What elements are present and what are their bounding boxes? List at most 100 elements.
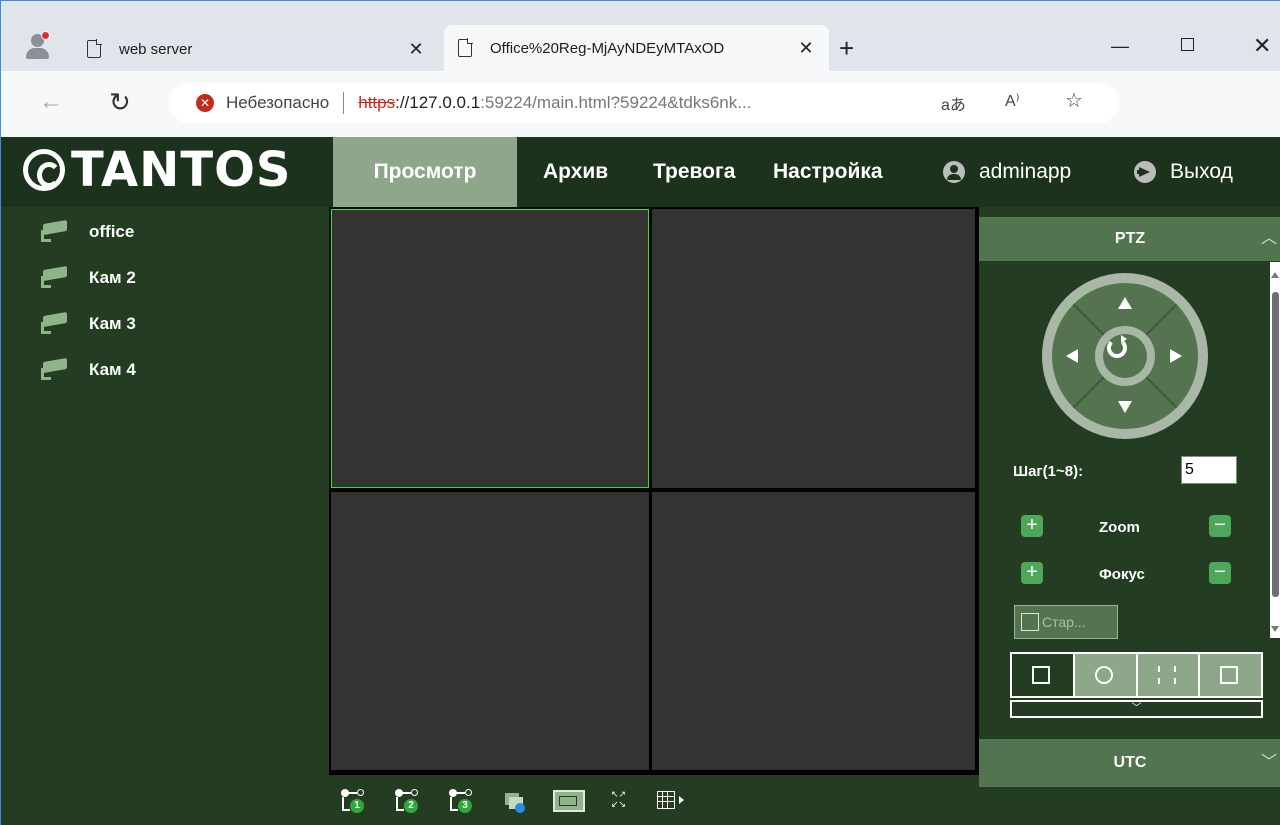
record-icon[interactable] [553,789,587,813]
video-tile[interactable] [331,492,649,770]
ptz-up-icon[interactable] [1118,297,1132,309]
stream-number: 1 [350,799,364,813]
focus-label: Фокус [1099,566,1145,583]
exit-label: Выход [1170,160,1233,183]
profile-icon[interactable] [23,31,53,61]
page-icon [87,39,102,58]
step-label: Шаг(1~8): [1013,463,1084,480]
video-grid [329,207,979,775]
favorite-icon[interactable]: ☆ [1065,88,1083,113]
logo-text: TANTOS [71,142,292,198]
ptz-right-icon[interactable] [1170,349,1182,363]
url-scheme: https [358,93,396,112]
web-app: TANTOS Просмотр Архив Тревога Настройка … [1,137,1280,825]
stream-3-button[interactable]: 3 [447,789,477,813]
utc-header[interactable]: UTC ﹀ [979,739,1280,787]
stream-number: 2 [404,799,418,813]
zoom-in-button[interactable]: + [1021,515,1043,537]
ptz-down-icon[interactable] [1118,401,1132,413]
ptz-panel: PTZ ︿ Шаг(1~8): + Zoom [979,207,1280,825]
ptz-direction-wheel [1042,273,1208,439]
ptz-title: PTZ [1114,230,1146,247]
close-icon[interactable]: ✕ [793,38,819,59]
camera-item[interactable]: Кам 3 [39,309,136,339]
tab-title: Office%20Reg-MjAyNDEyMTAxOD [490,39,725,57]
focus-plus-button[interactable]: + [1021,562,1043,584]
url-path: :59224/main.html?59224&tdks6nk... [480,93,752,112]
camera-icon [39,219,69,244]
address-bar: ← ↻ ✕ Небезопасно https://127.0.0.1:5922… [1,71,1280,137]
preset-tab-icon[interactable] [1012,654,1075,696]
camera-name: office [89,222,135,241]
camera-list: office Кам 2 Кам 3 Кам 4 [1,207,329,825]
start-icon [1021,613,1039,631]
menu-view[interactable]: Просмотр [333,137,517,207]
tab-bar: web server ✕ Office%20Reg-MjAyNDEyMTAxOD… [1,1,1280,81]
utc-title: UTC [1113,754,1147,771]
new-tab-icon[interactable]: + [839,33,854,63]
chevron-down-icon[interactable]: ﹀ [1010,700,1263,718]
track-tab-icon[interactable] [1137,654,1201,696]
tab-web-server[interactable]: web server ✕ [81,27,439,71]
camera-name: Кам 4 [89,360,136,379]
browser-window: web server ✕ Office%20Reg-MjAyNDEyMTAxOD… [0,0,1280,825]
camera-name: Кам 2 [89,268,136,287]
step-input[interactable] [1181,456,1237,484]
maximize-icon[interactable] [1181,38,1194,51]
cruise-tab-icon[interactable] [1074,654,1138,696]
tab-title: web server [119,40,193,58]
menu-user[interactable]: adminapp [943,137,1071,207]
security-label[interactable]: Небезопасно [226,93,329,113]
logo-mark-icon [23,149,65,191]
video-tile[interactable] [652,492,975,770]
chevron-up-icon[interactable]: ︿ [1261,217,1277,261]
camera-item[interactable]: office [39,217,134,247]
back-icon[interactable]: ← [39,87,63,117]
ptz-left-icon[interactable] [1066,349,1078,363]
zoom-out-button[interactable]: − [1209,515,1231,537]
tab-office[interactable]: Office%20Reg-MjAyNDEyMTAxOD ✕ [444,25,829,71]
layout-grid-icon[interactable] [657,789,687,813]
user-icon [943,161,965,183]
menu-alarm[interactable]: Тревога [653,137,735,207]
camera-icon [39,311,69,336]
video-toolbar: 1 2 3 ↖↗ ↙↘ [329,775,979,825]
warning-icon[interactable]: ✕ [196,94,214,112]
exit-icon [1134,161,1156,183]
close-icon[interactable]: ✕ [403,39,429,60]
pattern-tab-icon[interactable] [1200,654,1261,696]
stream-1-button[interactable]: 1 [339,789,369,813]
url-host: ://127.0.0.1 [395,93,481,112]
translate-icon[interactable]: aあ [941,91,966,115]
zoom-label: Zoom [1099,519,1140,536]
camera-item[interactable]: Кам 4 [39,355,136,385]
ptz-header[interactable]: PTZ ︿ [979,217,1280,261]
menu-settings[interactable]: Настройка [773,137,883,207]
user-name: adminapp [979,160,1072,183]
url-field[interactable]: ✕ Небезопасно https://127.0.0.1:59224/ma… [169,83,1119,123]
ptz-scrollbar[interactable] [1270,262,1280,638]
camera-item[interactable]: Кам 2 [39,263,136,293]
stream-number: 3 [458,799,472,813]
video-tile-selected[interactable] [331,209,649,488]
divider [343,92,345,114]
start-button[interactable]: Стар... [1014,605,1118,639]
ptz-tool-tabs [1010,652,1263,698]
ptz-auto-rotate-icon[interactable] [1095,326,1155,386]
close-all-icon[interactable] [503,789,527,813]
app-header: TANTOS Просмотр Архив Тревога Настройка … [1,137,1280,207]
focus-minus-button[interactable]: − [1209,562,1231,584]
fullscreen-icon[interactable]: ↖↗ ↙↘ [611,789,631,813]
start-label: Стар... [1042,614,1086,630]
chevron-down-icon[interactable]: ﹀ [1261,739,1277,787]
minimize-icon[interactable]: — [1111,31,1129,61]
reload-icon[interactable]: ↻ [109,87,131,117]
menu-exit[interactable]: Выход [1134,137,1233,207]
video-tile[interactable] [652,209,975,488]
camera-icon [39,357,69,382]
window-close-icon[interactable]: ✕ [1253,31,1271,61]
menu-archive[interactable]: Архив [543,137,608,207]
read-aloud-icon[interactable]: A⁾ [1005,91,1020,111]
logo: TANTOS [23,145,291,195]
stream-2-button[interactable]: 2 [393,789,423,813]
